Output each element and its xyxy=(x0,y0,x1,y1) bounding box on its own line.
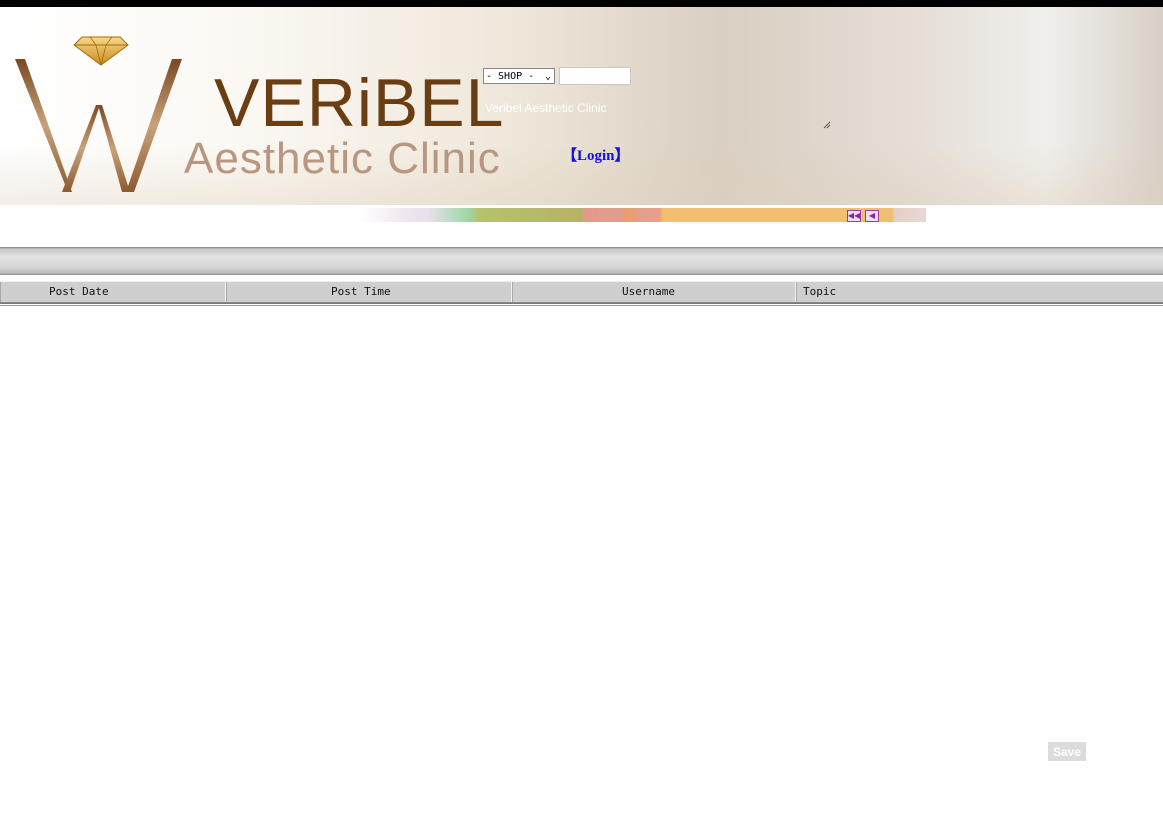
divider xyxy=(0,303,1163,304)
resize-handle-icon[interactable] xyxy=(821,119,831,129)
brand-subtitle: Aesthetic Clinic xyxy=(184,134,501,183)
first-page-icon[interactable]: ◀◀ xyxy=(847,210,861,222)
column-header-post-date[interactable]: Post Date xyxy=(0,282,226,302)
column-label: Topic xyxy=(803,285,837,298)
column-header-post-time[interactable]: Post Time xyxy=(226,282,512,302)
shop-select[interactable]: - SHOP - ⌄ xyxy=(483,68,555,84)
column-label: Username xyxy=(622,285,675,298)
brand-name: VERiBEL xyxy=(214,65,505,141)
decorative-color-strip xyxy=(360,208,926,222)
prev-page-icon[interactable]: ◀ xyxy=(865,210,879,222)
column-label: Post Time xyxy=(331,285,391,298)
table-header: Post Date Post Time Username Topic xyxy=(0,281,1163,303)
column-label: Post Date xyxy=(49,285,109,298)
divider xyxy=(0,305,1163,306)
save-button[interactable]: Save xyxy=(1048,742,1086,761)
toolbar-bar xyxy=(0,247,1163,275)
clinic-caption: Veribel Aesthetic Clinic xyxy=(485,101,607,115)
login-link[interactable]: 【Login】 xyxy=(562,144,630,165)
top-black-bar xyxy=(0,0,1163,7)
diamond-icon xyxy=(73,36,129,66)
site-header: VERiBEL Aesthetic Clinic - SHOP - ⌄ Veri… xyxy=(0,7,1163,205)
column-header-topic[interactable]: Topic xyxy=(796,282,1163,302)
chevron-down-icon: ⌄ xyxy=(544,71,551,82)
shop-search-input[interactable] xyxy=(559,67,631,85)
column-header-username[interactable]: Username xyxy=(512,282,796,302)
shop-select-value: - SHOP - xyxy=(486,70,535,82)
